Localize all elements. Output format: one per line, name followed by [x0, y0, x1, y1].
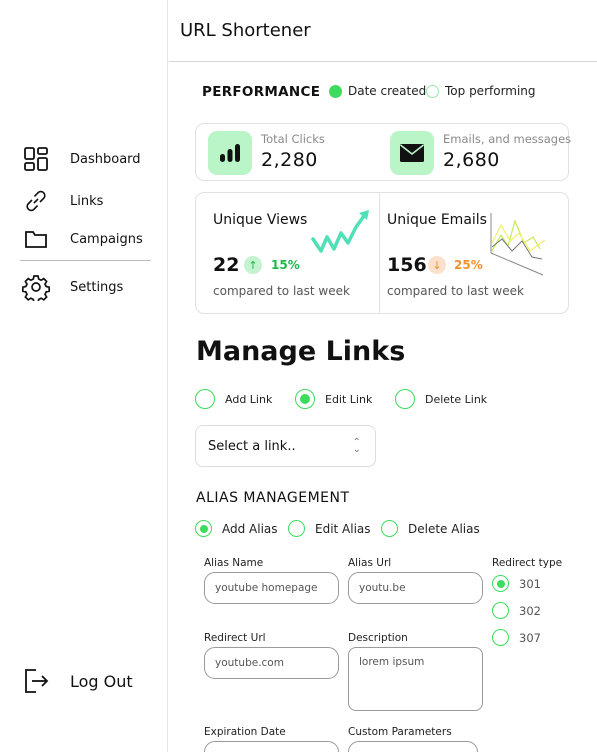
arrow-up-icon: ↑ — [244, 256, 262, 274]
radio-ring-selected — [195, 520, 212, 537]
sidebar-item-campaigns[interactable]: Campaigns — [22, 225, 143, 253]
radio-ring-selected — [492, 575, 509, 592]
folder-icon — [22, 225, 50, 253]
top-bar: URL Shortener — [169, 0, 597, 62]
radio-ring — [288, 520, 305, 537]
description-textarea[interactable]: lorem ipsum — [348, 647, 483, 711]
app-title: URL Shortener — [180, 20, 311, 41]
redirect-url-label: Redirect Url — [204, 632, 266, 644]
link-select[interactable]: Select a link.. ⌃ ⌄ — [195, 425, 376, 467]
alias-url-label: Alias Url — [348, 557, 392, 569]
sidebar-item-label: Dashboard — [70, 151, 141, 167]
bar-chart-icon — [208, 131, 252, 175]
radio-ring — [492, 602, 509, 619]
toggle-label: Top performing — [445, 84, 536, 98]
toggle-label: Date created — [348, 84, 427, 98]
radio-label: Add Alias — [222, 521, 278, 536]
toggle-dot-selected — [329, 84, 342, 98]
metric-value: 22 — [213, 254, 240, 276]
emails-line-chart-icon — [490, 213, 546, 276]
radio-ring — [195, 389, 215, 409]
radio-label: Edit Link — [325, 392, 373, 406]
stat-label: Total Clicks — [261, 132, 325, 146]
radio-ring-selected — [295, 389, 315, 409]
sidebar-item-links[interactable]: Links — [22, 187, 103, 215]
radio-label: 307 — [519, 630, 541, 645]
custom-parameters-input[interactable] — [348, 741, 478, 752]
radio-label: Edit Alias — [315, 521, 371, 536]
metrics-divider — [379, 193, 380, 313]
link-icon — [22, 187, 50, 215]
metric-compare: compared to last week — [213, 284, 350, 298]
redirect-url-input[interactable]: youtube.com — [204, 647, 339, 679]
manage-links-title: Manage Links — [196, 336, 406, 367]
alias-url-input[interactable]: youtu.be — [348, 572, 483, 604]
toggle-top-performing[interactable]: Top performing — [426, 84, 536, 98]
description-label: Description — [348, 632, 408, 644]
radio-add-link[interactable]: Add Link — [195, 389, 272, 409]
radio-label: Delete Link — [425, 392, 488, 406]
metric-change: 15% — [271, 258, 300, 272]
stat-value: 2,680 — [443, 149, 500, 171]
dashboard-grid-icon — [22, 145, 50, 173]
metric-change: 25% — [454, 258, 483, 272]
sidebar-item-settings[interactable]: Settings — [22, 273, 123, 301]
views-sparkline-icon — [311, 210, 369, 253]
radio-edit-alias[interactable]: Edit Alias — [288, 520, 371, 537]
stat-label: Emails, and messages — [443, 132, 572, 146]
metric-title: Unique Emails — [387, 212, 487, 228]
radio-label: 301 — [519, 576, 541, 591]
radio-ring — [395, 389, 415, 409]
radio-label: 302 — [519, 603, 541, 618]
radio-redirect-301[interactable]: 301 — [492, 575, 541, 592]
logout-icon — [22, 667, 50, 695]
radio-ring — [381, 520, 398, 537]
logout-label: Log Out — [70, 671, 133, 691]
chevron-up-down-icon: ⌃ ⌄ — [352, 437, 361, 455]
radio-add-alias[interactable]: Add Alias — [195, 520, 278, 537]
sidebar-item-label: Campaigns — [70, 231, 143, 247]
sidebar: Dashboard Links Campaigns Settings Log O… — [0, 0, 168, 752]
expiration-date-label: Expiration Date — [204, 726, 286, 738]
alias-name-input[interactable]: youtube homepage — [204, 572, 339, 604]
sidebar-item-label: Settings — [70, 279, 124, 295]
radio-redirect-307[interactable]: 307 — [492, 629, 541, 646]
logout-button[interactable]: Log Out — [22, 667, 133, 695]
redirect-type-label: Redirect type — [492, 557, 563, 569]
radio-delete-alias[interactable]: Delete Alias — [381, 520, 480, 537]
custom-parameters-label: Custom Parameters — [348, 726, 452, 738]
metric-compare: compared to last week — [387, 284, 524, 298]
arrow-down-icon: ↓ — [428, 256, 446, 274]
performance-title: PERFORMANCE — [202, 84, 321, 100]
radio-redirect-302[interactable]: 302 — [492, 602, 541, 619]
summary-stats-card: Total Clicks 2,280 Emails, and messages … — [195, 123, 572, 181]
sidebar-item-dashboard[interactable]: Dashboard — [22, 145, 141, 173]
stat-value: 2,280 — [261, 149, 318, 171]
gear-icon — [22, 273, 50, 301]
metric-value: 156 — [387, 254, 427, 276]
metrics-card: Unique Views 22 ↑ 15% compared to last w… — [195, 192, 569, 314]
radio-delete-link[interactable]: Delete Link — [395, 389, 487, 409]
radio-label: Delete Alias — [408, 521, 480, 536]
expiration-date-input[interactable] — [204, 741, 339, 752]
toggle-date-created[interactable]: Date created — [329, 84, 426, 98]
alias-name-label: Alias Name — [204, 557, 264, 569]
radio-label: Add Link — [225, 392, 273, 406]
toggle-dot — [426, 84, 439, 98]
sidebar-item-label: Links — [70, 193, 104, 209]
link-select-value: Select a link.. — [208, 438, 296, 454]
radio-edit-link[interactable]: Edit Link — [295, 389, 372, 409]
envelope-icon — [390, 131, 434, 175]
metric-title: Unique Views — [213, 212, 308, 228]
radio-ring — [492, 629, 509, 646]
sidebar-divider — [20, 260, 151, 261]
alias-management-title: ALIAS MANAGEMENT — [196, 490, 350, 506]
